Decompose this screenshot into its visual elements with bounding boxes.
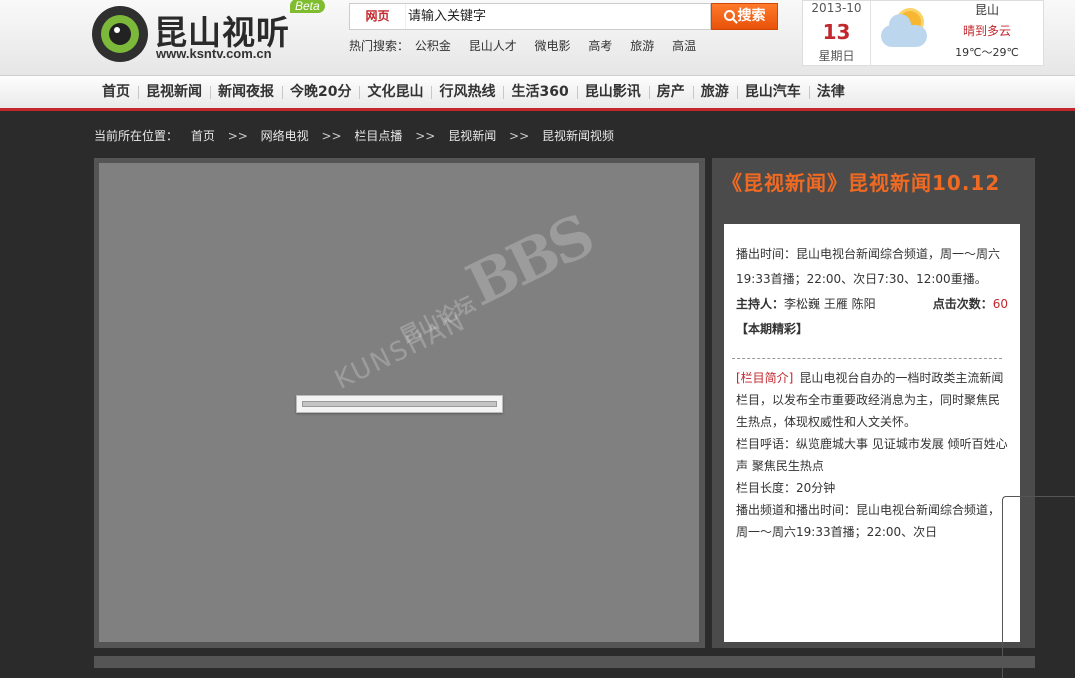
hot-search-link[interactable]: 微电影 xyxy=(535,39,571,53)
hosts-row: 主持人：李松巍 王雁 陈阳 点击次数：60 xyxy=(736,292,1008,317)
nav-item-home[interactable]: 首页 xyxy=(94,76,138,108)
program-title: 《昆视新闻》昆视新闻10.12 xyxy=(722,171,1001,195)
date-panel: 2013-10 13 星期日 xyxy=(803,1,871,65)
corner-overlay xyxy=(1002,496,1075,678)
hot-search-link[interactable]: 昆山人才 xyxy=(469,39,517,53)
main-nav: 首页 昆视新闻 新闻夜报 今晚20分 文化昆山 行风热线 生活360 昆山影讯 … xyxy=(0,75,1075,111)
nav-item-tonight-20[interactable]: 今晚20分 xyxy=(282,76,359,108)
hot-searches: 热门搜索： 公积金 昆山人才 微电影 高考 旅游 高温 xyxy=(349,37,710,54)
breadcrumb: 当前所在位置： 首页 >> 网络电视 >> 栏目点播 >> 昆视新闻 >> 昆视… xyxy=(94,127,623,144)
weather-widget: 2013-10 13 星期日 昆山 晴到多云 19℃～29℃ xyxy=(802,0,1044,66)
program-intro: [栏目简介] 昆山电视台自办的一档时政类主流新闻栏目，以发布全市重要政经消息为主，… xyxy=(736,367,1008,433)
hot-search-link[interactable]: 旅游 xyxy=(630,39,654,53)
hosts-label: 主持人： xyxy=(736,297,785,311)
program-length: 栏目长度：20分钟 xyxy=(736,481,836,495)
hot-search-link[interactable]: 高温 xyxy=(672,39,696,53)
divider xyxy=(732,358,1002,359)
site-logo[interactable]: 昆山视听 www.ksntv.com.cn Beta xyxy=(92,0,332,64)
nav-item-realestate[interactable]: 房产 xyxy=(648,76,693,108)
nav-item-life360[interactable]: 生活360 xyxy=(503,76,576,108)
program-info-panel: 《昆视新闻》昆视新闻10.12 播出时间：昆山电视台新闻综合频道，周一～周六19… xyxy=(712,158,1035,648)
loading-track xyxy=(302,401,497,407)
eye-logo-icon xyxy=(92,6,148,62)
date-weekday: 星期日 xyxy=(818,49,855,63)
bottom-bar xyxy=(94,656,1035,668)
date-day: 13 xyxy=(822,20,851,44)
breadcrumb-separator: >> xyxy=(509,129,530,143)
weather-temperature: 19℃～29℃ xyxy=(955,46,1019,59)
nav-item-culture[interactable]: 文化昆山 xyxy=(359,76,431,108)
search-input[interactable] xyxy=(408,6,706,27)
breadcrumb-label: 当前所在位置： xyxy=(94,129,179,143)
breadcrumb-separator: >> xyxy=(415,129,436,143)
program-info-card: 播出时间：昆山电视台新闻综合频道，周一～周六19:33首播；22:00、次日7:… xyxy=(724,224,1020,642)
nav-item-hotline[interactable]: 行风热线 xyxy=(431,76,503,108)
hit-count: 点击次数：60 xyxy=(933,292,1008,317)
hot-search-link[interactable]: 高考 xyxy=(588,39,612,53)
date-year-month: 2013-10 xyxy=(811,1,862,15)
highlights-heading: 【本期精彩】 xyxy=(736,322,809,336)
breadcrumb-separator: >> xyxy=(227,129,248,143)
breadcrumb-separator: >> xyxy=(321,129,342,143)
hot-search-link[interactable]: 公积金 xyxy=(415,39,451,53)
site-header: 昆山视听 www.ksntv.com.cn Beta 网页 搜索 热门搜索： 公… xyxy=(0,0,1075,75)
nav-item-law[interactable]: 法律 xyxy=(808,76,853,108)
partly-cloudy-icon xyxy=(879,9,931,53)
nav-item-auto[interactable]: 昆山汽车 xyxy=(736,76,809,108)
nav-item-travel[interactable]: 旅游 xyxy=(692,76,737,108)
broadcast-time: 播出时间：昆山电视台新闻综合频道，周一～周六19:33首播；22:00、次日7:… xyxy=(736,247,1001,286)
loading-bar xyxy=(296,395,503,413)
weather-city: 昆山 xyxy=(974,3,999,17)
weather-text: 昆山 晴到多云 19℃～29℃ xyxy=(937,1,1037,60)
watermark-bbs: BBS xyxy=(456,202,602,320)
logo-url: www.ksntv.com.cn xyxy=(156,46,272,61)
search-button[interactable]: 搜索 xyxy=(711,3,778,30)
search-button-label: 搜索 xyxy=(737,8,766,24)
nav-item-night-news[interactable]: 新闻夜报 xyxy=(210,76,282,108)
program-slogan: 栏目呼语：纵览鹿城大事 见证城市发展 倾听百姓心声 聚焦民生热点 xyxy=(736,437,1008,473)
nav-item-movies[interactable]: 昆山影讯 xyxy=(576,76,649,108)
kunshan-bbs-watermark: 昆山论坛BBS KUNSHAN xyxy=(330,202,602,396)
video-player-frame: 昆山论坛BBS KUNSHAN xyxy=(94,158,705,648)
intro-tag: [栏目简介] xyxy=(736,371,794,385)
nav-item-ksnews[interactable]: 昆视新闻 xyxy=(138,76,210,108)
hosts-names: 李松巍 王雁 陈阳 xyxy=(784,297,876,311)
hits-label: 点击次数： xyxy=(932,297,993,311)
hits-value: 60 xyxy=(992,297,1008,311)
breadcrumb-item[interactable]: 网络电视 xyxy=(261,129,309,143)
breadcrumb-item[interactable]: 栏目点播 xyxy=(354,129,402,143)
breadcrumb-item[interactable]: 昆视新闻 xyxy=(448,129,496,143)
breadcrumb-item[interactable]: 首页 xyxy=(191,129,215,143)
search-icon xyxy=(723,10,735,21)
program-channel-time: 播出频道和播出时间：昆山电视台新闻综合频道，周一～周六19:33首播；22:00… xyxy=(736,503,1001,539)
weather-condition: 晴到多云 xyxy=(962,24,1011,38)
breadcrumb-item[interactable]: 昆视新闻视频 xyxy=(542,129,614,143)
search-box: 网页 xyxy=(349,3,711,30)
beta-badge: Beta xyxy=(290,0,325,13)
search-type-selector[interactable]: 网页 xyxy=(350,4,406,29)
video-player[interactable]: 昆山论坛BBS KUNSHAN xyxy=(99,163,699,642)
hot-search-label: 热门搜索： xyxy=(349,39,410,53)
